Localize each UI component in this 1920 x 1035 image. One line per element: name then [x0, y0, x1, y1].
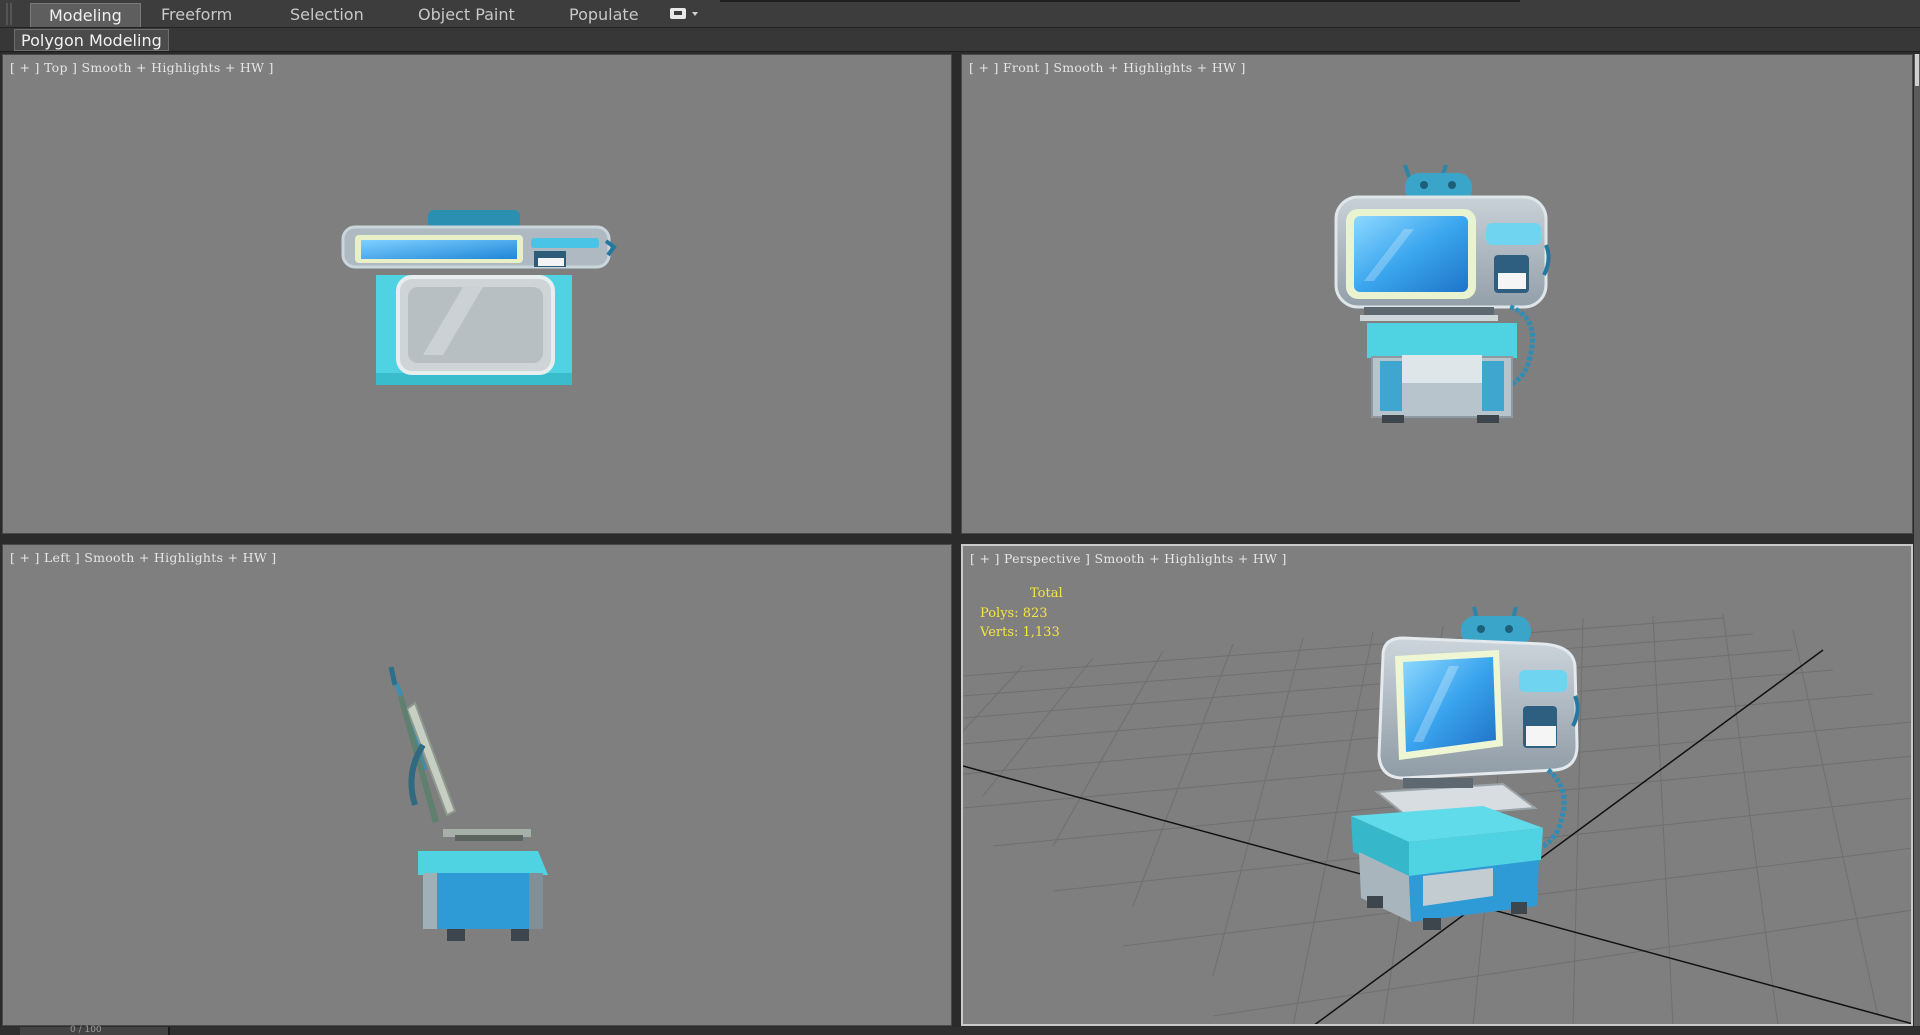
ribbon: Modeling Freeform Selection Object Paint… — [0, 0, 1920, 28]
menu-dropdown-icon[interactable] — [668, 6, 704, 22]
scrollbar-thumb[interactable] — [1915, 54, 1919, 86]
perspective-scene — [963, 606, 1911, 1024]
tab-object-paint[interactable]: Object Paint — [418, 3, 515, 27]
viewport-left[interactable]: [ + ] Left ] Smooth + Highlights + HW ] — [2, 544, 952, 1026]
frame-counter: 0 / 100 — [70, 1025, 102, 1035]
model-front-view — [1334, 164, 1551, 423]
tab-selection[interactable]: Selection — [290, 3, 364, 27]
ribbon-panel-bar: Polygon Modeling — [0, 28, 1920, 52]
ribbon-divider — [720, 0, 1520, 2]
tab-populate[interactable]: Populate — [569, 3, 639, 27]
status-bar: 0 / 100 — [0, 1025, 1920, 1035]
tab-freeform[interactable]: Freeform — [161, 3, 232, 27]
tab-polygon-modeling[interactable]: Polygon Modeling — [14, 29, 169, 51]
ribbon-grip[interactable] — [6, 3, 12, 25]
viewport-perspective[interactable]: [ + ] Perspective ] Smooth + Highlights … — [961, 544, 1913, 1026]
viewport-scrollbar[interactable] — [1914, 54, 1920, 1026]
viewport-front[interactable]: [ + ] Front ] Smooth + Highlights + HW ] — [961, 54, 1913, 534]
model-left-view — [388, 666, 548, 941]
model-top-view — [341, 210, 617, 385]
viewport-top[interactable]: [ + ] Top ] Smooth + Highlights + HW ] — [2, 54, 952, 534]
tab-modeling[interactable]: Modeling — [30, 3, 141, 27]
